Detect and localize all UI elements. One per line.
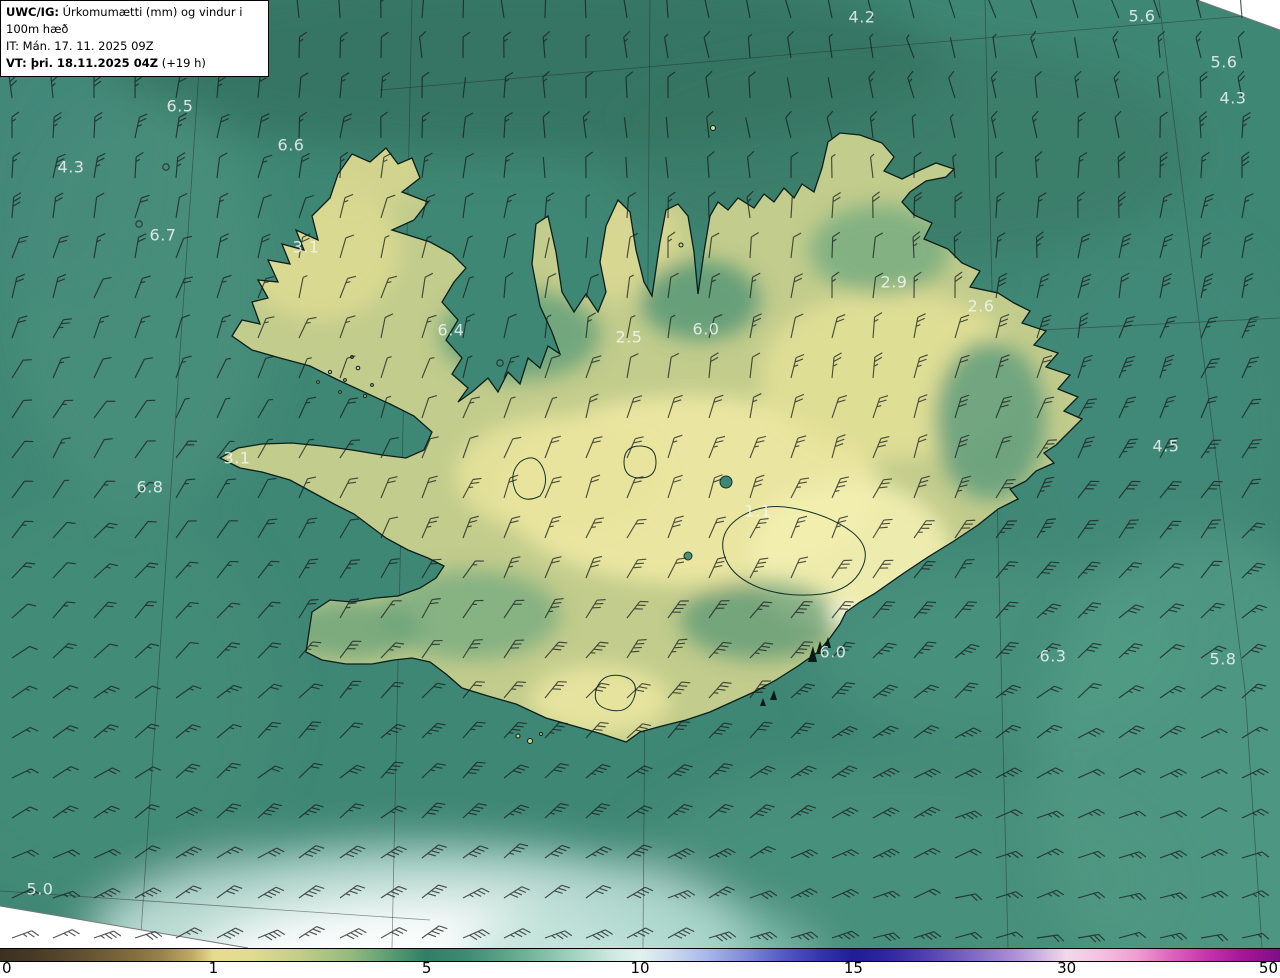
title-box: UWC/IG: Úrkomumætti (mm) og vindur i 100…	[0, 0, 269, 78]
colorbar-tick-label: 5	[421, 959, 432, 977]
init-time-line: IT: Mán. 17. 11. 2025 09Z	[6, 39, 154, 54]
valid-time: VT: þri. 18.11.2025 04Z	[6, 56, 159, 71]
colorbar-tick-label: 15	[843, 959, 863, 977]
colorbar-tick-label: 1	[208, 959, 219, 977]
product-label: UWC/IG:	[6, 5, 59, 19]
valid-time-offset: (+19 h)	[161, 56, 206, 71]
colorbar-tick-label: 50	[1258, 959, 1278, 977]
weather-map	[0, 0, 1280, 948]
colorbar-tick-label: 0	[2, 959, 12, 977]
weather-map-page: 4.2 5.6 5.6 4.3 6.5 6.6 4.3 6.7 3.1 2.9 2.6 6.0 6.4 2…	[0, 0, 1280, 978]
colorbar-tick-label: 10	[630, 959, 650, 977]
colorbar: 0 1 5 10 15 30 50	[0, 948, 1280, 978]
valid-time-line: VT: þri. 18.11.2025 04Z (+19 h)	[6, 55, 262, 72]
colorbar-tick-label: 30	[1057, 959, 1077, 977]
product-title-line: UWC/IG: Úrkomumætti (mm) og vindur i 100…	[6, 4, 262, 38]
